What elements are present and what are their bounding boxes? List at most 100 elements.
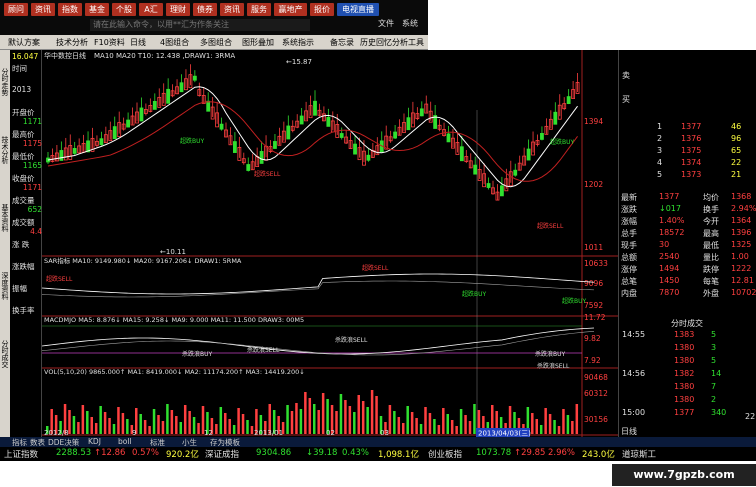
tick-volume: 14	[711, 369, 722, 378]
top-button-7[interactable]: 债券	[193, 3, 217, 16]
price-axis-label: 7.92	[584, 356, 601, 365]
tick-volume: 2	[711, 395, 717, 404]
top-button-0[interactable]: 顾问	[4, 3, 28, 16]
menu-system[interactable]: 系统	[402, 18, 418, 29]
top-menu-bar: 顾问 资讯 指数 基金 个股 A汇 理财 债券 资讯 服务 赢地产 报价 电视直播 请在此输入命令，以用…	[0, 0, 428, 35]
volume-bar	[308, 398, 312, 434]
ticker-item-2: ↑12.86	[94, 448, 126, 458]
vol-header: VOL(5,10,20) 9865.000↑ MA1: 8419.000↓ MA…	[44, 368, 305, 376]
stat-label: 最新	[621, 193, 637, 202]
menu-file[interactable]: 文件	[378, 18, 394, 29]
vtab-0[interactable]: 分时走势	[0, 68, 10, 96]
ticker-item-14: 243.0亿	[582, 450, 615, 460]
volume-bar	[286, 405, 289, 434]
volume-bar	[90, 417, 93, 434]
sar-line	[42, 273, 595, 295]
volume-bar	[157, 415, 160, 434]
candle-body	[406, 117, 411, 131]
volume-bar	[313, 404, 316, 434]
candle-body	[246, 164, 251, 171]
toolbar-item-10[interactable]: 分析工具	[392, 37, 424, 48]
quote-value-4: 1165	[22, 161, 42, 170]
top-button-4[interactable]: 个股	[112, 3, 136, 16]
top-button-9[interactable]: 服务	[247, 3, 271, 16]
macd-signal-label: 杀跌浪BUY	[182, 350, 213, 358]
volume-bar	[228, 419, 231, 434]
price-axis-label: 30156	[584, 415, 608, 424]
volume-bar	[473, 404, 476, 434]
order-level: 3	[657, 146, 663, 155]
volume-bar	[397, 417, 401, 434]
volume-bar	[410, 412, 414, 434]
volume-bar	[166, 404, 169, 434]
high-label: ←15.87	[286, 58, 312, 66]
volume-bar	[219, 407, 223, 434]
top-button-12[interactable]: 电视直播	[337, 3, 379, 16]
top-button-11[interactable]: 报价	[310, 3, 334, 16]
signal-buy: 超跌BUY	[550, 138, 575, 146]
vtab-2[interactable]: 基本资料	[0, 204, 10, 232]
volume-bar	[175, 416, 178, 434]
stat-value-2: 10702	[731, 288, 756, 297]
toolbar-item-1[interactable]: 技术分析	[56, 37, 88, 48]
blank-area	[428, 0, 756, 35]
index-ticker: 上证指数 2288.53 ↑12.86 0.57% 920.2亿 深证成指 9304.86 ↓…	[0, 447, 756, 461]
stat-label: 内盘	[621, 289, 637, 298]
ticker-item-6: 9304.86	[256, 448, 292, 458]
toolbar-item-5[interactable]: 多图组合	[200, 37, 232, 48]
volume-bar	[143, 420, 147, 434]
volume-bar	[117, 407, 120, 434]
volume-bar	[126, 419, 129, 434]
volume-bar	[393, 411, 396, 434]
ticker-item-3: 0.57%	[132, 448, 160, 458]
top-button-10[interactable]: 赢地产	[274, 3, 307, 16]
vtab-1[interactable]: 技术分析	[0, 136, 10, 164]
top-button-2[interactable]: 指数	[58, 3, 82, 16]
order-volume: 96	[731, 134, 742, 143]
vtab-3[interactable]: 深度资料	[0, 272, 10, 300]
price-axis-label: 1394	[584, 117, 603, 126]
volume-bar	[353, 412, 356, 434]
stat-label-2: 最低	[703, 241, 719, 250]
low-label: ←10.11	[160, 248, 186, 256]
macd-signal-label: 杀跌浪BUY	[535, 350, 566, 358]
tick-volume: 5	[711, 356, 717, 365]
stat-label: 现手	[621, 241, 637, 250]
kline-chart[interactable]: 华中数控日线 MA10 MA20 T10: 12.438 ,DRAW1: 3RMA…	[42, 50, 618, 437]
volume-bar	[562, 409, 565, 434]
indicator-tab-4[interactable]: boll	[118, 437, 132, 446]
volume-bar	[450, 420, 454, 434]
top-button-8[interactable]: 资讯	[220, 3, 244, 16]
toolbar-item-2[interactable]: F10资料	[94, 37, 125, 48]
volume-bar	[295, 403, 298, 434]
x-axis-label: 2012/8	[44, 429, 69, 437]
top-button-3[interactable]: 基金	[85, 3, 109, 16]
top-button-6[interactable]: 理财	[166, 3, 190, 16]
toolbar-item-7[interactable]: 系统指示	[282, 37, 314, 48]
indicator-tabs: 指标 数表 DDE决策 KDJ boll 标准 小生 存为模板	[0, 437, 756, 447]
toolbar-item-3[interactable]: 日线	[130, 37, 146, 48]
volume-bar	[357, 395, 360, 434]
vtab-4[interactable]: 分时成交	[0, 340, 10, 368]
stat-value-2: 1222	[731, 264, 752, 273]
quote-label-11: 换手率	[12, 306, 35, 315]
order-level: 2	[657, 134, 663, 143]
volume-bar	[224, 413, 227, 434]
candle-body	[366, 154, 371, 161]
indicator-tab-3[interactable]: KDJ	[88, 437, 101, 446]
toolbar-item-4[interactable]: 4图组合	[160, 37, 189, 48]
volume-bar	[250, 426, 254, 434]
volume-bar	[344, 400, 347, 434]
toolbar-item-9[interactable]: 历史回忆	[360, 37, 392, 48]
command-input[interactable]: 请在此输入命令，以用**汇为作条关注	[90, 19, 310, 31]
top-button-1[interactable]: 资讯	[31, 3, 55, 16]
x-axis-label: 2013/01	[254, 429, 283, 437]
volume-bar	[548, 414, 552, 434]
toolbar-item-0[interactable]: 默认方案	[8, 37, 40, 48]
toolbar-item-8[interactable]: 备忘录	[330, 37, 354, 48]
top-button-5[interactable]: A汇	[139, 3, 163, 16]
macd-signal-label: 杀跌浪SELL	[247, 346, 280, 354]
toolbar-item-6[interactable]: 图形叠加	[242, 37, 274, 48]
stat-label-2: 换手	[703, 205, 719, 214]
volume-bar	[544, 408, 547, 434]
